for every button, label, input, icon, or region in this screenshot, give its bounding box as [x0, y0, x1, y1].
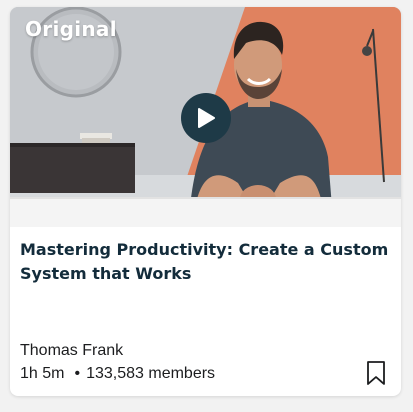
- bookmark-button[interactable]: [363, 358, 389, 388]
- course-title[interactable]: Mastering Productivity: Create a Custom …: [20, 238, 400, 286]
- play-icon: [198, 108, 215, 128]
- course-meta: 1h 5m • 133,583 members: [20, 364, 215, 384]
- original-badge: Original: [25, 17, 117, 41]
- meta-separator: •: [74, 365, 81, 382]
- course-duration: 1h 5m: [20, 365, 65, 382]
- member-count: 133,583 members: [86, 365, 216, 382]
- bookmark-icon: [367, 361, 385, 385]
- instructor-name: Thomas Frank: [20, 342, 124, 359]
- play-button[interactable]: [181, 93, 231, 143]
- course-card[interactable]: Original Mastering Productivity: Create …: [10, 7, 401, 396]
- course-thumbnail[interactable]: Original: [10, 7, 401, 227]
